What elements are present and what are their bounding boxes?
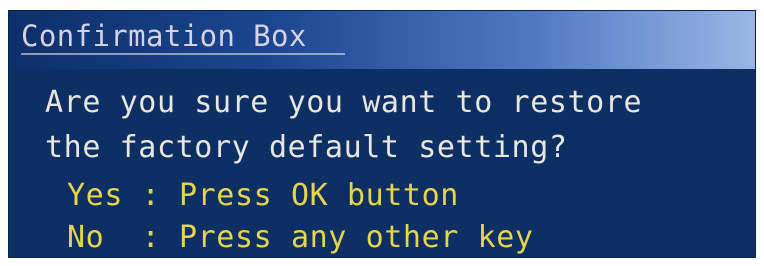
option-yes: Yes : Press OK button <box>67 178 459 214</box>
option-no: No : Press any other key <box>67 220 534 256</box>
message-line-2: the factory default setting? <box>45 130 568 165</box>
title-underline <box>21 53 345 55</box>
option-no-separator: : <box>141 220 179 255</box>
option-yes-key: Yes <box>67 178 142 213</box>
option-no-key: No <box>67 220 142 255</box>
option-no-action: Press any other key <box>178 220 534 255</box>
dialog-title: Confirmation Box <box>21 19 307 53</box>
confirmation-dialog: Confirmation Box Are you sure you want t… <box>8 10 756 258</box>
option-yes-separator: : <box>141 178 179 213</box>
dialog-titlebar: Confirmation Box <box>9 11 755 69</box>
message-line-1: Are you sure you want to restore <box>45 85 643 120</box>
option-yes-action: Press OK button <box>178 178 459 213</box>
